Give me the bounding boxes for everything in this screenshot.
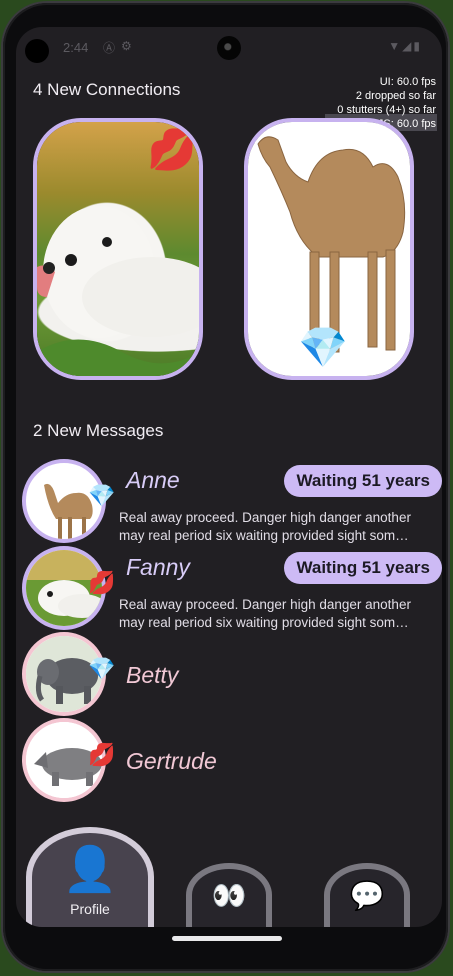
- perf-stutters: 0 stutters (4+) so far: [337, 104, 436, 116]
- android-a-icon: Ⓐ: [103, 41, 116, 55]
- kiss-badge-icon: 💋: [88, 742, 116, 767]
- connection-card-camel[interactable]: 💎: [244, 118, 414, 380]
- nav-profile-label: Profile: [70, 901, 110, 917]
- front-camera: [217, 36, 241, 60]
- speech-bubble-icon: 💬: [349, 880, 385, 911]
- diamond-badge-icon: 💎: [88, 483, 116, 508]
- message-name: Gertrude: [126, 748, 217, 774]
- kiss-badge-icon: 💋: [88, 570, 116, 595]
- message-name: Fanny: [126, 554, 190, 580]
- connections-title: 4 New Connections: [33, 80, 181, 99]
- messages-title: 2 New Messages: [33, 421, 164, 440]
- message-row-gertrude[interactable]: 💋 Gertrude: [22, 718, 442, 802]
- diamond-badge-icon: 💎: [298, 326, 348, 370]
- waiting-badge: Waiting 51 years: [284, 465, 442, 497]
- gear-icon: ⚙: [121, 39, 132, 53]
- status-time: 2:44: [63, 40, 89, 55]
- bottom-nav: 👤 Profile 👀 💬: [16, 817, 442, 927]
- diamond-badge-icon: 💎: [88, 656, 116, 681]
- nav-chats-button[interactable]: 💬: [324, 863, 410, 927]
- nav-discover-button[interactable]: 👀: [186, 863, 272, 927]
- person-icon: 👤: [62, 845, 118, 894]
- message-preview: Real away proceed. Danger high danger an…: [119, 597, 411, 630]
- perf-dropped: 2 dropped so far: [355, 90, 436, 102]
- kiss-badge-icon: 💋: [147, 128, 197, 172]
- phone-frame: 2:44 Ⓐ ⚙ ▼◢▮ UI: 60.0 fps 2 dropped so f…: [3, 3, 448, 971]
- signal-icon: ◢: [402, 39, 414, 53]
- app-screen: 2:44 Ⓐ ⚙ ▼◢▮ UI: 60.0 fps 2 dropped so f…: [16, 27, 442, 927]
- waiting-badge: Waiting 51 years: [284, 552, 442, 584]
- home-indicator[interactable]: [172, 936, 282, 941]
- perf-ui-fps: UI: 60.0 fps: [379, 76, 436, 88]
- status-icons-right: ▼◢▮: [388, 39, 422, 53]
- message-row-betty[interactable]: 💎 Betty: [22, 632, 442, 716]
- message-name: Betty: [126, 662, 179, 688]
- eyes-icon: 👀: [211, 880, 247, 911]
- battery-icon: ▮: [413, 39, 422, 53]
- connection-card-dog[interactable]: 💋: [33, 118, 203, 380]
- message-row-anne[interactable]: 💎 Anne Waiting 51 years Real away procee…: [22, 459, 442, 543]
- message-row-fanny[interactable]: 💋 Fanny Waiting 51 years Real away proce…: [22, 546, 442, 630]
- nav-profile-button[interactable]: 👤 Profile: [26, 827, 154, 927]
- wifi-icon: ▼: [388, 39, 403, 53]
- camera-cutout-left: [25, 39, 49, 63]
- message-preview: Real away proceed. Danger high danger an…: [119, 510, 411, 543]
- status-bar: 2:44 Ⓐ ⚙ ▼◢▮: [16, 27, 442, 69]
- message-name: Anne: [126, 467, 180, 493]
